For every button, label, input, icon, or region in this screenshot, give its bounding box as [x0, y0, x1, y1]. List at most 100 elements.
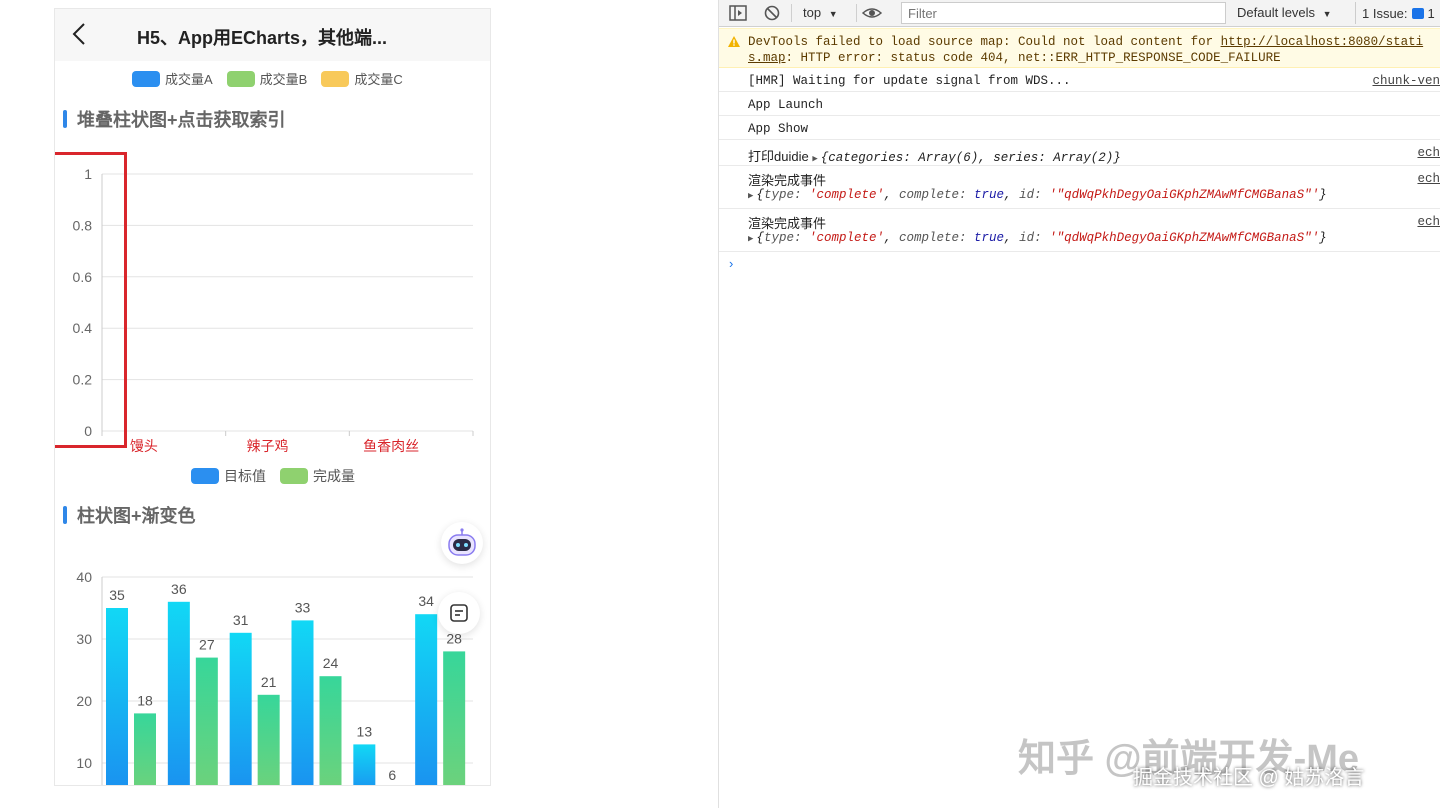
sidebar-toggle-icon[interactable]	[728, 4, 748, 22]
navbar: H5、App用ECharts，其他端...	[55, 9, 490, 61]
legend-swatch	[321, 70, 350, 87]
log-message: 打印duidie ▶ {categories: Array(6), series:…	[748, 146, 1121, 165]
data-label-b: 6	[388, 767, 396, 783]
legend-swatch	[280, 468, 308, 484]
warning-text: : HTTP error: status code 404, net::ERR_…	[785, 51, 1281, 65]
warning-icon	[728, 36, 740, 47]
console-log-row[interactable]: [HMR] Waiting for update signal from WDS…	[719, 68, 1440, 92]
eye-icon[interactable]	[862, 4, 882, 22]
robot-icon	[448, 528, 476, 556]
screen: H5、App用ECharts，其他端... 成交量A 成交量B 成交量C 堆叠柱…	[0, 0, 1440, 808]
log-object-preview[interactable]: ▶ {type: 'complete', complete: true, id: …	[748, 231, 1327, 245]
clear-console-icon[interactable]	[762, 4, 782, 22]
log-source-link[interactable]: ech	[1417, 172, 1440, 186]
watermark-juejin: 掘金技术社区 @ 姑苏洛言	[1133, 767, 1365, 789]
source-map-link[interactable]: s.map	[748, 51, 786, 65]
console-log-row[interactable]: App Show	[719, 116, 1440, 140]
data-label-a: 33	[295, 599, 311, 615]
log-message: App Launch	[748, 98, 824, 112]
issues-count: 1	[1427, 5, 1435, 21]
legend-label: 成交量C	[354, 72, 403, 87]
log-object-preview[interactable]: ▶ {categories: Array(6), series: Array(2)…	[812, 151, 1120, 165]
y-axis-highlight-box	[55, 152, 127, 448]
console-log-row[interactable]: App Launch	[719, 92, 1440, 116]
log-source-link[interactable]: ech	[1417, 215, 1440, 229]
data-label-b: 18	[137, 692, 153, 708]
console-log-row[interactable]: 打印duidie ▶ {categories: Array(6), series:…	[719, 140, 1440, 166]
back-arrow-icon[interactable]	[69, 21, 91, 47]
console-warning-row[interactable]: DevTools failed to load source map: Coul…	[719, 28, 1440, 68]
issues-button[interactable]: 1 Issue: 1	[1355, 2, 1440, 24]
legend-swatch	[191, 468, 219, 484]
bar-series-a	[106, 608, 128, 785]
chevron-down-icon: ▼	[828, 9, 838, 19]
obj-complete-value: true	[974, 231, 1005, 245]
bar-series-a	[353, 744, 376, 785]
page-title: H5、App用ECharts，其他端...	[137, 28, 388, 48]
console-log-row[interactable]: 渲染完成事件 ▶ {type: 'complete', complete: tru…	[719, 209, 1440, 252]
data-label-a: 31	[233, 612, 249, 628]
source-map-link[interactable]: http://localhost:8080/stati	[1221, 35, 1424, 49]
log-levels-dropdown[interactable]: Default levels ▼	[1237, 5, 1332, 20]
legend-item-a[interactable]: 成交量A	[132, 69, 213, 88]
obj-type-value: 'complete'	[808, 188, 884, 202]
context-label: top	[803, 5, 822, 20]
legend-label: 成交量A	[165, 72, 213, 87]
notes-button[interactable]	[438, 592, 480, 634]
bar-series-b	[134, 713, 156, 785]
obj-id-value: '"qdWqPkhDegyOaiGKphZMAwMfCMGBanaS"'	[1049, 188, 1320, 202]
legend-label: 成交量B	[259, 72, 308, 87]
legend-swatch	[226, 70, 255, 87]
log-label: 渲染完成事件	[748, 173, 827, 188]
data-label-a: 35	[109, 587, 125, 603]
title-accent-bar	[63, 110, 67, 128]
bar-series-b	[443, 651, 466, 785]
chart1-legend: 目标值 完成量	[191, 466, 355, 486]
expand-triangle-icon[interactable]: ▶	[748, 234, 753, 244]
issue-message-icon	[1411, 7, 1424, 19]
legend-item-b[interactable]: 成交量B	[226, 69, 308, 88]
log-source-link[interactable]: chunk-ven	[1372, 74, 1440, 88]
toolbar-separator	[791, 4, 792, 22]
expand-triangle-icon[interactable]: ▶	[812, 154, 817, 164]
log-object-preview[interactable]: ▶ {type: 'complete', complete: true, id: …	[748, 188, 1327, 202]
x-category-label: 鱼香肉丝	[363, 438, 419, 454]
expand-triangle-icon[interactable]: ▶	[748, 191, 753, 201]
legend-item-done[interactable]: 完成量	[280, 466, 355, 486]
title-accent-bar	[63, 506, 67, 524]
section-title-text: 堆叠柱状图+点击获取索引	[77, 110, 286, 130]
gradient-bar-chart[interactable]: 1020304035183627312133241363428	[55, 559, 491, 786]
bar-series-b	[195, 657, 218, 785]
warning-message-line2: s.map: HTTP error: status code 404, net:…	[748, 51, 1281, 65]
object-summary: {categories: Array(6), series: Array(2)}	[820, 151, 1121, 165]
data-label-a: 34	[418, 593, 434, 609]
console-log-row[interactable]: 渲染完成事件 ▶ {type: 'complete', complete: tru…	[719, 166, 1440, 209]
legend-item-target[interactable]: 目标值	[191, 466, 266, 486]
log-source-link[interactable]: ech	[1417, 146, 1440, 160]
filter-input[interactable]	[901, 2, 1226, 24]
section-title-stacked: 堆叠柱状图+点击获取索引	[63, 106, 286, 132]
console-prompt-icon[interactable]: ›	[729, 256, 733, 271]
app-preview: H5、App用ECharts，其他端... 成交量A 成交量B 成交量C 堆叠柱…	[54, 8, 491, 786]
log-label: 渲染完成事件	[748, 216, 827, 231]
x-category-label: 馒头	[130, 438, 158, 454]
log-label: 打印duidie	[748, 149, 809, 164]
devtools-console-panel: top ▼ Default levels ▼ 1 Issue: 1	[719, 0, 1440, 808]
context-select[interactable]: top ▼	[803, 5, 838, 20]
section-title-gradient: 柱状图+渐变色	[63, 502, 196, 528]
legend-label: 完成量	[313, 468, 355, 484]
legend-item-c[interactable]: 成交量C	[321, 69, 403, 88]
assistant-bot-button[interactable]	[441, 522, 483, 564]
warning-message-line1: DevTools failed to load source map: Coul…	[748, 35, 1423, 49]
legend-swatch	[132, 70, 160, 87]
y-tick-label: 10	[76, 755, 92, 771]
notes-icon	[450, 604, 468, 622]
obj-type-value: 'complete'	[808, 231, 884, 245]
data-label-b: 27	[199, 637, 215, 653]
bar-series-a	[415, 614, 438, 785]
bar-series-a	[291, 620, 314, 785]
legend-label: 目标值	[224, 468, 266, 484]
obj-id-value: '"qdWqPkhDegyOaiGKphZMAwMfCMGBanaS"'	[1049, 231, 1320, 245]
data-label-b: 24	[323, 655, 339, 671]
toolbar-separator	[856, 4, 857, 22]
